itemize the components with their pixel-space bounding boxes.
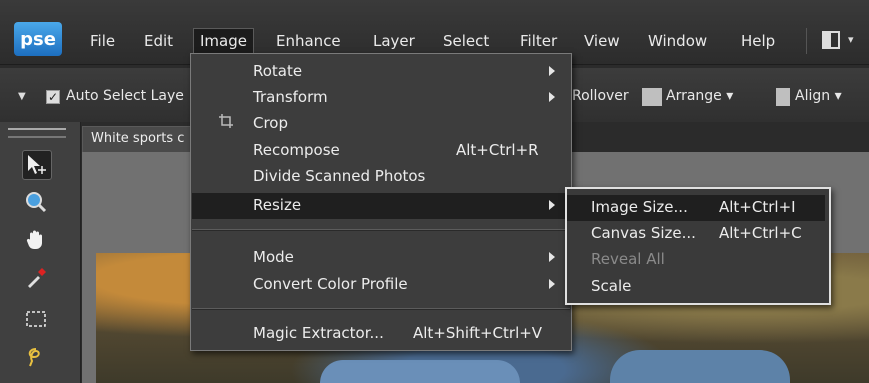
app-logo-text: pse [20, 28, 56, 50]
menu-item-canvas-size[interactable]: Canvas Size... Alt+Ctrl+C [567, 221, 825, 247]
arrange-icon [642, 88, 662, 106]
submenu-arrow-icon [549, 252, 555, 262]
zoom-tool-icon[interactable] [22, 188, 50, 216]
options-menu-caret-icon[interactable]: ▼ [18, 91, 26, 102]
menu-edit[interactable]: Edit [144, 29, 173, 53]
menu-item-scale[interactable]: Scale [567, 274, 825, 300]
menu-help[interactable]: Help [741, 29, 775, 53]
menu-filter[interactable]: Filter [520, 29, 557, 53]
align-icon [776, 88, 790, 106]
menu-enhance[interactable]: Enhance [276, 29, 341, 53]
menu-item-convert-color-profile[interactable]: Convert Color Profile [192, 272, 570, 298]
submenu-arrow-icon [549, 92, 555, 102]
menu-item-transform[interactable]: Transform [192, 85, 570, 111]
menu-item-shortcut: Alt+Ctrl+I [719, 198, 796, 216]
menu-layer[interactable]: Layer [373, 29, 415, 53]
marquee-tool-icon[interactable] [22, 305, 50, 333]
menu-separator [192, 308, 570, 310]
menu-item-label: Crop [253, 114, 289, 132]
auto-select-checkbox[interactable]: ✓ [46, 90, 60, 104]
submenu-arrow-icon [549, 66, 555, 76]
menu-item-label: Reveal All [591, 250, 665, 268]
menu-item-rotate[interactable]: Rotate [192, 59, 570, 85]
image-menu: Rotate Transform Crop Recompose Alt+Ctrl… [190, 53, 572, 351]
menu-item-label: Canvas Size... [591, 224, 696, 242]
menu-item-label: Recompose [253, 141, 340, 159]
menu-item-label: Mode [253, 248, 294, 266]
move-tool-icon[interactable] [22, 150, 52, 180]
menu-item-mode[interactable]: Mode [192, 245, 570, 271]
menu-item-label: Convert Color Profile [253, 275, 408, 293]
menu-item-shortcut: Alt+Ctrl+R [456, 141, 539, 159]
submenu-arrow-icon [549, 279, 555, 289]
photo-car-left [320, 360, 520, 383]
menu-window[interactable]: Window [648, 29, 707, 53]
menu-item-shortcut: Alt+Ctrl+C [719, 224, 802, 242]
toolbox-grip[interactable] [8, 128, 66, 138]
menu-item-crop[interactable]: Crop [192, 111, 570, 137]
menu-select[interactable]: Select [443, 29, 489, 53]
document-tab[interactable]: White sports c [82, 126, 202, 152]
menu-item-recompose[interactable]: Recompose Alt+Ctrl+R [192, 138, 570, 164]
menu-item-label: Transform [253, 88, 328, 106]
menu-item-reveal-all: Reveal All [567, 247, 825, 273]
menu-item-resize[interactable]: Resize [192, 193, 570, 219]
menu-file[interactable]: File [90, 29, 115, 53]
align-button[interactable]: Align ▾ [795, 88, 842, 104]
panel-layout-icon[interactable] [822, 31, 840, 49]
menu-separator [192, 229, 570, 231]
auto-select-label: Auto Select Laye [66, 88, 184, 104]
menu-item-magic-extractor[interactable]: Magic Extractor... Alt+Shift+Ctrl+V [192, 321, 570, 347]
menu-item-divide-scanned-photos[interactable]: Divide Scanned Photos [192, 164, 570, 190]
submenu-arrow-icon [549, 200, 555, 210]
menu-item-label: Rotate [253, 62, 303, 80]
menu-item-label: Image Size... [591, 198, 688, 216]
chevron-down-icon[interactable]: ▾ [848, 33, 858, 47]
menubar-divider [806, 28, 807, 54]
photo-car-right [610, 350, 790, 383]
lasso-tool-icon[interactable] [22, 343, 50, 371]
menu-item-label: Resize [253, 196, 302, 214]
resize-submenu: Image Size... Alt+Ctrl+I Canvas Size... … [565, 187, 831, 305]
crop-icon [219, 114, 233, 132]
app-logo: pse [14, 22, 62, 56]
rollover-label: Rollover [572, 88, 629, 104]
menu-view[interactable]: View [584, 29, 620, 53]
menu-item-label: Magic Extractor... [253, 324, 384, 342]
eyedropper-tool-icon[interactable] [22, 264, 50, 292]
menu-item-label: Divide Scanned Photos [253, 167, 426, 185]
menu-item-label: Scale [591, 277, 632, 295]
menu-item-shortcut: Alt+Shift+Ctrl+V [413, 324, 543, 342]
menu-image[interactable]: Image [193, 28, 254, 54]
menu-item-image-size[interactable]: Image Size... Alt+Ctrl+I [567, 195, 825, 221]
hand-tool-icon[interactable] [22, 226, 50, 254]
arrange-button[interactable]: Arrange ▾ [666, 88, 733, 104]
